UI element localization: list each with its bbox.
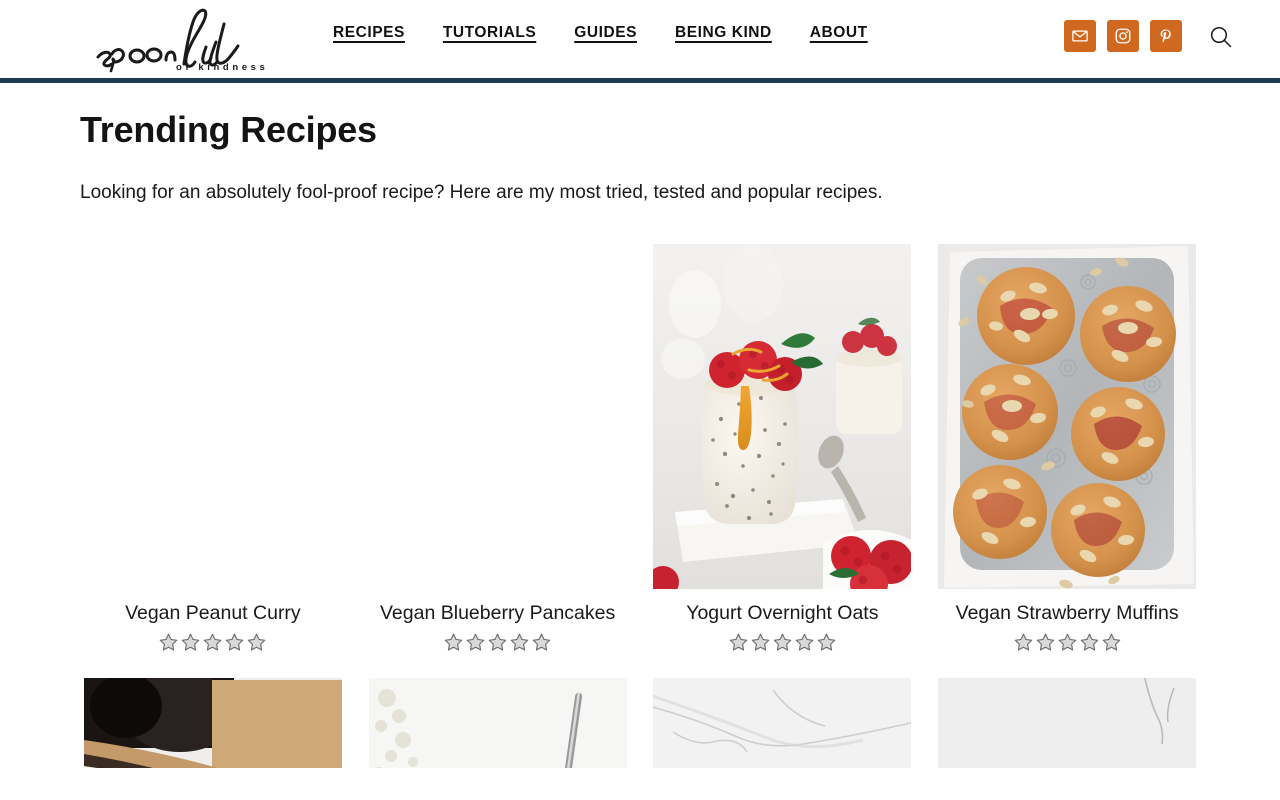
recipe-card[interactable]: Yogurt Overnight Oats <box>649 243 916 654</box>
marble-photo <box>653 677 912 768</box>
overnight-oats-photo <box>653 243 912 589</box>
recipe-image-coffee-board <box>83 677 342 768</box>
recipe-title: Vegan Strawberry Muffins <box>955 601 1179 624</box>
page-title: Trending Recipes <box>80 109 377 150</box>
logo-tagline-text: of kindness <box>176 62 268 73</box>
metal-straw-photo <box>368 677 627 768</box>
nav-item-recipes[interactable]: RECIPES <box>333 24 443 42</box>
recipe-rating[interactable] <box>365 632 631 654</box>
recipe-image-tomato-soup <box>938 677 1197 768</box>
tomato-soup-photo <box>938 677 1197 768</box>
primary-navigation: RECIPES TUTORIALS GUIDES BEING KIND ABOU… <box>333 24 868 42</box>
recipe-rating[interactable] <box>934 632 1200 654</box>
recipe-image-overnight-oats <box>653 243 912 589</box>
star-icon <box>160 634 178 651</box>
recipe-image-strawberry-muffins <box>938 243 1197 589</box>
star-icon <box>248 634 266 651</box>
recipe-title: Yogurt Overnight Oats <box>686 601 879 624</box>
instagram-icon <box>1115 28 1131 44</box>
recipe-grid-row-two <box>80 677 1200 768</box>
recipe-grid: Vegan Peanut Curry Vegan Blueberry Panca… <box>80 243 1200 654</box>
star-icon <box>488 634 507 651</box>
star-icon <box>226 634 244 651</box>
recipe-thumbnail <box>649 677 916 768</box>
recipe-thumbnail <box>934 677 1200 768</box>
recipe-rating[interactable] <box>80 632 346 654</box>
star-icon <box>182 634 200 651</box>
star-icon <box>795 634 814 651</box>
star-icon <box>532 634 551 651</box>
star-icon <box>444 634 463 651</box>
recipe-card[interactable]: Vegan Blueberry Pancakes <box>364 243 631 654</box>
logo-artwork: of kindness <box>96 8 268 73</box>
recipe-card[interactable] <box>934 677 1200 768</box>
recipe-image-metal-straw <box>368 677 627 768</box>
star-icon <box>751 634 770 651</box>
recipe-rating[interactable] <box>650 632 916 654</box>
email-icon <box>1072 30 1088 42</box>
recipe-card[interactable] <box>649 677 916 768</box>
nav-item-tutorials[interactable]: TUTORIALS <box>443 24 574 42</box>
recipe-thumbnail <box>364 677 631 768</box>
star-icon <box>466 634 485 651</box>
recipe-card[interactable] <box>364 677 631 768</box>
recipe-thumbnail <box>934 243 1200 589</box>
recipe-thumbnail <box>80 677 346 768</box>
recipe-thumbnail <box>649 243 916 589</box>
star-icon <box>729 634 748 651</box>
star-icon <box>1102 634 1120 651</box>
star-icon <box>1036 634 1054 651</box>
recipe-image-placeholder <box>84 244 342 589</box>
recipe-card[interactable] <box>80 677 346 768</box>
main-content: Trending Recipes Looking for an absolute… <box>0 107 1280 768</box>
site-logo[interactable]: of kindness <box>88 2 300 74</box>
recipe-image-marble <box>653 677 912 768</box>
recipe-thumbnail-blank <box>364 243 631 589</box>
page-intro: Looking for an absolutely fool-proof rec… <box>80 182 883 203</box>
recipe-image-placeholder <box>369 244 627 589</box>
nav-item-being-kind[interactable]: BEING KIND <box>675 24 810 42</box>
site-header: of kindness RECIPES TUTORIALS GUIDES BEI… <box>0 0 1280 83</box>
recipe-title: Vegan Blueberry Pancakes <box>380 601 616 624</box>
nav-item-guides[interactable]: GUIDES <box>574 24 675 42</box>
star-icon <box>1014 634 1032 651</box>
recipe-card[interactable]: Vegan Peanut Curry <box>80 243 346 654</box>
recipe-title: Vegan Peanut Curry <box>125 601 301 624</box>
social-links <box>1064 20 1182 52</box>
search-button[interactable] <box>1202 18 1240 56</box>
star-icon <box>1058 634 1076 651</box>
star-icon <box>204 634 222 651</box>
strawberry-muffins-photo <box>938 243 1197 589</box>
coffee-board-photo <box>83 677 342 768</box>
search-icon <box>1210 26 1232 48</box>
recipe-thumbnail-blank <box>80 243 346 589</box>
social-link-email[interactable] <box>1064 20 1096 52</box>
star-icon <box>1080 634 1098 651</box>
nav-item-about[interactable]: ABOUT <box>810 24 868 42</box>
social-link-instagram[interactable] <box>1107 20 1139 52</box>
star-icon <box>510 634 529 651</box>
social-link-pinterest[interactable] <box>1150 20 1182 52</box>
recipe-card[interactable]: Vegan Strawberry Muffins <box>934 243 1200 654</box>
pinterest-icon <box>1160 29 1171 43</box>
star-icon <box>817 634 836 651</box>
star-icon <box>773 634 792 651</box>
